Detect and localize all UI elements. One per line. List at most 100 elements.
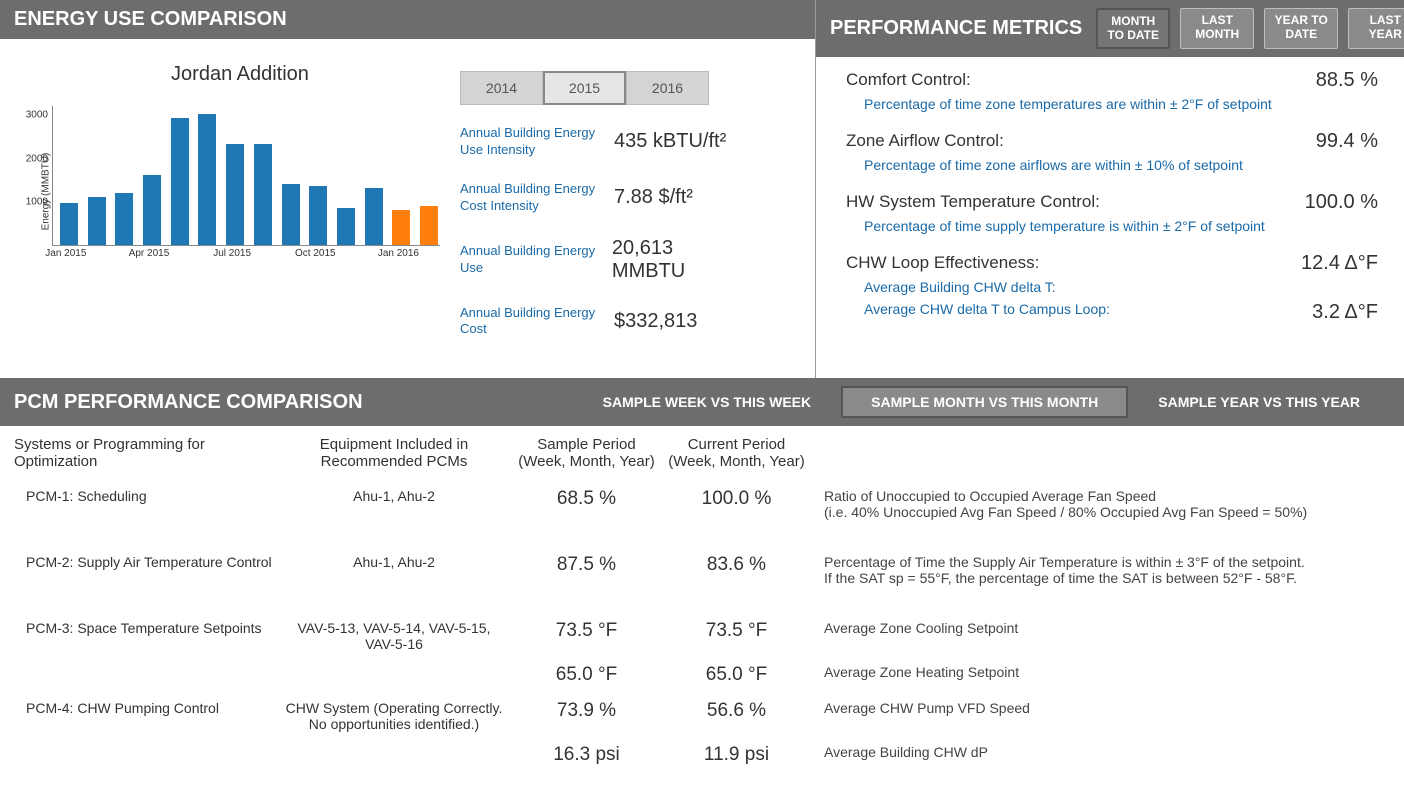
metric-item: CHW Loop Effectiveness: 12.4 Δ°F Average B… — [846, 252, 1378, 324]
metric-desc: Percentage of time zone temperatures are… — [864, 96, 1378, 112]
performance-metrics-header: PERFORMANCE METRICS MONTHTO DATELASTMONT… — [816, 0, 1404, 57]
stat-label: Annual Building Energy Cost — [460, 305, 610, 339]
pcm-equip: Ahu-1, Ahu-2 — [284, 488, 514, 504]
chart-bar — [282, 184, 300, 245]
pcm-tab[interactable]: SAMPLE YEAR VS THIS YEAR — [1128, 386, 1390, 418]
chart-y-ticks: 100020003000 — [22, 106, 50, 246]
year-tab-2015[interactable]: 2015 — [543, 71, 626, 105]
chart-plot-area — [52, 106, 440, 246]
chart-bar — [309, 186, 327, 245]
metric-desc: Percentage of time supply temperature is… — [864, 218, 1378, 234]
energy-use-header: ENERGY USE COMPARISON — [0, 0, 815, 39]
metric-value: 100.0 % — [1305, 191, 1378, 214]
pcm-header: PCM PERFORMANCE COMPARISON SAMPLE WEEK V… — [0, 378, 1404, 426]
metric-desc: Average Building CHW delta T: — [864, 279, 1378, 295]
energy-chart: Energy (MMBTU) 100020003000 Jan 2015Apr … — [52, 106, 450, 286]
pcm-name: PCM-4: CHW Pumping Control — [14, 700, 284, 716]
energy-use-title: ENERGY USE COMPARISON — [14, 8, 287, 31]
metric-desc: Average CHW delta T to Campus Loop: — [864, 301, 1110, 324]
pcm-col-sample: Sample Period (Week, Month, Year) — [514, 436, 659, 470]
chart-bar — [337, 208, 355, 245]
metric-desc: Percentage of time zone airflows are wit… — [864, 157, 1378, 173]
pcm-sample-value: 73.9 % — [557, 700, 616, 721]
metric-value: 12.4 Δ°F — [1301, 252, 1378, 275]
perf-tab[interactable]: LASTYEAR — [1348, 8, 1404, 49]
metric-value: 99.4 % — [1316, 130, 1378, 153]
chart-title: Jordan Addition — [30, 63, 450, 86]
pcm-title: PCM PERFORMANCE COMPARISON — [14, 391, 363, 414]
perf-tab[interactable]: YEAR TODATE — [1264, 8, 1338, 49]
pcm-tab[interactable]: SAMPLE MONTH VS THIS MONTH — [841, 386, 1128, 418]
year-toggle: 201420152016 — [460, 71, 750, 105]
pcm-current-value: 83.6 % — [707, 554, 766, 575]
pcm-current-value: 65.0 °F — [706, 664, 767, 685]
metric-name: Comfort Control: — [846, 70, 971, 90]
pcm-name: PCM-1: Scheduling — [14, 488, 284, 504]
metric-item: HW System Temperature Control: 100.0 % Per… — [846, 191, 1378, 234]
stat-label: Annual Building Energy Cost Intensity — [460, 181, 610, 215]
pcm-col-systems: Systems or Programming for Optimization — [14, 436, 284, 470]
stat-value: $332,813 — [614, 310, 697, 333]
stat-value: 435 kBTU/ft² — [614, 130, 726, 153]
chart-bar — [392, 210, 410, 245]
stat-value: 20,613 MMBTU — [612, 237, 750, 283]
chart-bar — [365, 188, 383, 245]
pcm-sample-value: 87.5 % — [557, 554, 616, 575]
chart-bar — [143, 175, 161, 245]
pcm-row: PCM-2: Supply Air Temperature ControlAhu… — [14, 554, 1394, 586]
pcm-tab[interactable]: SAMPLE WEEK VS THIS WEEK — [573, 386, 841, 418]
pcm-col-equipment: Equipment Included in Recommended PCMs — [284, 436, 514, 470]
stat-label: Annual Building Energy Use Intensity — [460, 125, 610, 159]
pcm-name: PCM-3: Space Temperature Setpoints — [14, 620, 284, 636]
pcm-equip: CHW System (Operating Correctly. No oppo… — [284, 700, 514, 732]
chart-bar — [420, 206, 438, 245]
pcm-current-value: 56.6 % — [707, 700, 766, 721]
pcm-row: 16.3 psi 11.9 psi Average Building CHW dP — [14, 744, 1394, 766]
stat-label: Annual Building Energy Use — [460, 243, 608, 277]
pcm-sample-value: 65.0 °F — [556, 664, 617, 685]
pcm-equip: Ahu-1, Ahu-2 — [284, 554, 514, 570]
perf-tab[interactable]: MONTHTO DATE — [1096, 8, 1170, 49]
year-tab-2014[interactable]: 2014 — [460, 71, 543, 105]
stat-row: Annual Building Energy Use20,613 MMBTU — [460, 237, 750, 283]
pcm-desc: Average Zone Heating Setpoint — [814, 664, 1394, 680]
stat-row: Annual Building Energy Cost$332,813 — [460, 305, 750, 339]
pcm-sample-value: 16.3 psi — [553, 744, 620, 765]
metric-name: HW System Temperature Control: — [846, 192, 1100, 212]
pcm-desc: Ratio of Unoccupied to Occupied Average … — [814, 488, 1394, 520]
chart-bar — [88, 197, 106, 245]
chart-bar — [226, 144, 244, 245]
pcm-row: PCM-3: Space Temperature SetpointsVAV-5-… — [14, 620, 1394, 652]
pcm-equip: VAV-5-13, VAV-5-14, VAV-5-15, VAV-5-16 — [284, 620, 514, 652]
chart-bar — [115, 193, 133, 246]
metric-item: Comfort Control: 88.5 % Percentage of time… — [846, 69, 1378, 112]
pcm-row: PCM-4: CHW Pumping ControlCHW System (Op… — [14, 700, 1394, 732]
pcm-current-value: 11.9 psi — [704, 744, 769, 765]
chart-bar — [171, 118, 189, 245]
pcm-col-current: Current Period (Week, Month, Year) — [659, 436, 814, 470]
metric-name: Zone Airflow Control: — [846, 131, 1004, 151]
pcm-desc: Average Building CHW dP — [814, 744, 1394, 760]
chart-bar — [254, 144, 272, 245]
pcm-desc: Percentage of Time the Supply Air Temper… — [814, 554, 1394, 586]
pcm-columns-row: Systems or Programming for Optimization … — [14, 436, 1394, 470]
metric-value: 88.5 % — [1316, 69, 1378, 92]
pcm-current-value: 100.0 % — [702, 488, 772, 509]
pcm-sample-value: 68.5 % — [557, 488, 616, 509]
pcm-sample-value: 73.5 °F — [556, 620, 617, 641]
pcm-row: 65.0 °F 65.0 °F Average Zone Heating Setpo… — [14, 664, 1394, 686]
chart-bar — [60, 203, 78, 245]
year-tab-2016[interactable]: 2016 — [626, 71, 709, 105]
pcm-name: PCM-2: Supply Air Temperature Control — [14, 554, 284, 570]
pcm-current-value: 73.5 °F — [706, 620, 767, 641]
metric-name: CHW Loop Effectiveness: — [846, 253, 1039, 273]
chart-bar — [198, 114, 216, 245]
pcm-row: PCM-1: SchedulingAhu-1, Ahu-2 68.5 % 100.0… — [14, 488, 1394, 520]
performance-metrics-title: PERFORMANCE METRICS — [830, 17, 1082, 40]
metric-item: Zone Airflow Control: 99.4 % Percentage of… — [846, 130, 1378, 173]
perf-tab[interactable]: LASTMONTH — [1180, 8, 1254, 49]
metric-value: 3.2 Δ°F — [1312, 301, 1378, 324]
pcm-desc: Average Zone Cooling Setpoint — [814, 620, 1394, 636]
stat-row: Annual Building Energy Cost Intensity7.8… — [460, 181, 750, 215]
stat-value: 7.88 $/ft² — [614, 186, 693, 209]
